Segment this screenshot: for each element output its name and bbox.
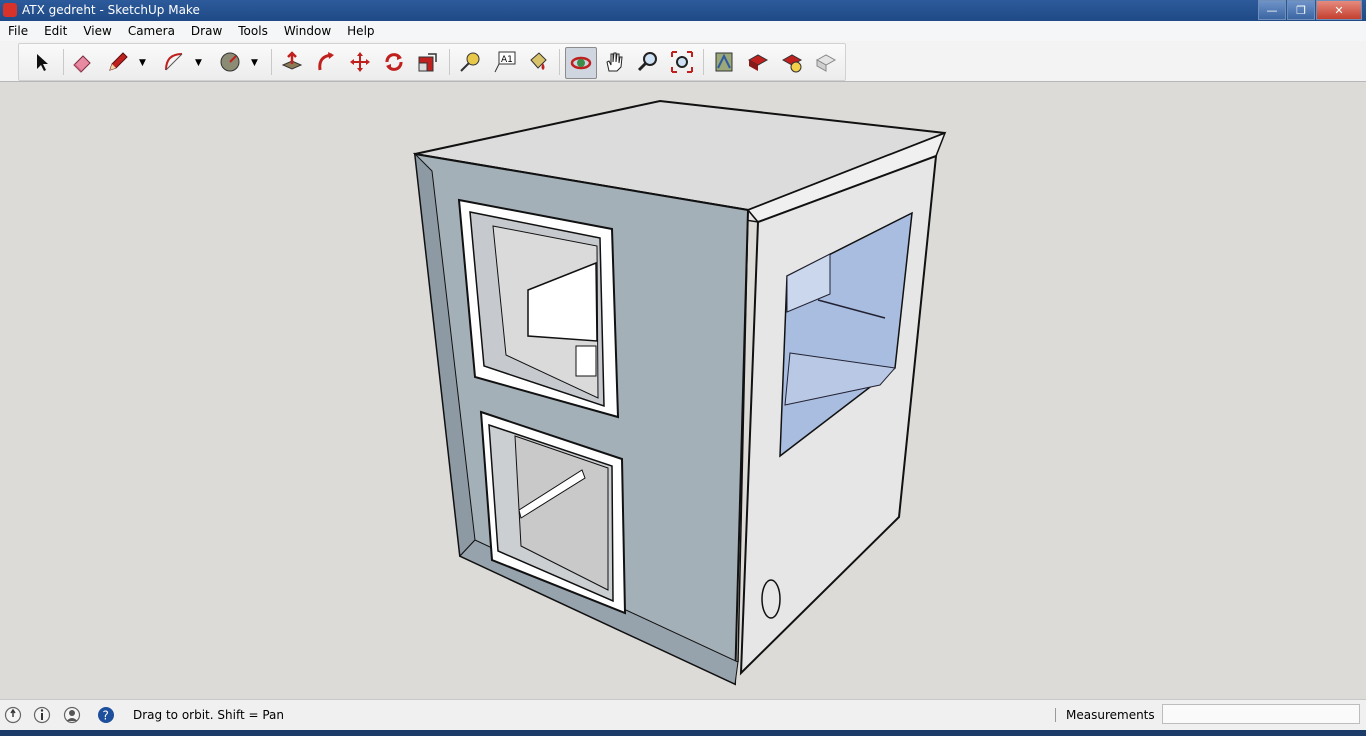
menu-camera[interactable]: Camera xyxy=(120,21,183,41)
toolbar-separator xyxy=(559,49,560,75)
tape-measure-tool-button[interactable] xyxy=(455,47,485,77)
menu-help[interactable]: Help xyxy=(339,21,382,41)
select-tool-button[interactable] xyxy=(27,47,57,77)
toolbar-separator xyxy=(703,49,704,75)
arc-tool-button[interactable] xyxy=(159,47,189,77)
eraser-icon xyxy=(73,55,91,73)
menu-tools[interactable]: Tools xyxy=(230,21,276,41)
get-components-button[interactable] xyxy=(777,47,807,77)
orbit-tool-button[interactable] xyxy=(565,47,597,79)
zoom-extents-icon xyxy=(671,51,693,73)
drawing-viewport[interactable] xyxy=(0,82,1366,698)
warehouse-button[interactable] xyxy=(709,47,739,77)
close-button[interactable]: ✕ xyxy=(1316,0,1362,20)
measurements-separator xyxy=(1055,708,1056,722)
instructor-help-icon[interactable]: ? xyxy=(97,706,115,724)
rotate-tool-button[interactable] xyxy=(379,47,409,77)
svg-text:?: ? xyxy=(103,709,109,723)
menu-bar: File Edit View Camera Draw Tools Window … xyxy=(0,21,1366,41)
status-hint-text: Drag to orbit. Shift = Pan xyxy=(133,708,284,722)
share-model-icon xyxy=(747,54,769,71)
zoom-icon xyxy=(637,52,657,72)
push-pull-tool-button[interactable] xyxy=(277,47,307,77)
arc-icon xyxy=(165,53,183,71)
menu-window[interactable]: Window xyxy=(276,21,339,41)
push-pull-icon xyxy=(281,51,303,70)
pencil-icon xyxy=(109,52,128,71)
menu-file[interactable]: File xyxy=(0,21,36,41)
extension-icon xyxy=(815,54,837,72)
toolbar-separator xyxy=(63,49,64,75)
select-arrow-icon xyxy=(37,54,48,71)
window-controls: — ❐ ✕ xyxy=(1258,0,1362,20)
upper-window-small-block xyxy=(575,345,597,377)
eraser-tool-button[interactable] xyxy=(67,47,97,77)
user-account-icon[interactable] xyxy=(63,706,81,724)
credits-icon[interactable] xyxy=(33,706,51,724)
zoom-tool-button[interactable] xyxy=(633,47,663,77)
paint-bucket-tool-button[interactable] xyxy=(523,47,553,77)
atx-case-model[interactable] xyxy=(0,82,1366,698)
paint-bucket-icon xyxy=(530,52,547,70)
follow-me-icon xyxy=(318,52,334,71)
extension-button[interactable] xyxy=(811,47,841,77)
measurements-label: Measurements xyxy=(1066,708,1155,722)
pan-tool-button[interactable] xyxy=(599,47,629,77)
rotate-icon xyxy=(385,53,403,71)
pencil-tool-button[interactable] xyxy=(103,47,133,77)
text-tool-label: A1 xyxy=(501,55,513,65)
move-tool-button[interactable] xyxy=(345,47,375,77)
toolbar-separator xyxy=(449,49,450,75)
toolbar-separator xyxy=(271,49,272,75)
circle-tool-button[interactable] xyxy=(215,47,245,77)
arc-dropdown-icon[interactable]: ▼ xyxy=(195,58,202,68)
circle-icon xyxy=(220,52,240,72)
pencil-dropdown-icon[interactable]: ▼ xyxy=(139,58,146,68)
minimize-button[interactable]: — xyxy=(1258,0,1286,20)
orbit-icon xyxy=(570,56,592,70)
measurements-input[interactable] xyxy=(1162,704,1360,724)
move-icon xyxy=(350,52,370,72)
circle-dropdown-icon[interactable]: ▼ xyxy=(251,58,258,68)
tape-measure-icon xyxy=(460,52,480,72)
get-components-icon xyxy=(781,54,803,73)
scale-tool-button[interactable] xyxy=(413,47,443,77)
tool-strip: ▼ ▼ ▼ A1 xyxy=(18,43,846,81)
share-model-button[interactable] xyxy=(743,47,773,77)
follow-me-tool-button[interactable] xyxy=(311,47,341,77)
geo-location-icon[interactable] xyxy=(4,706,22,724)
maximize-button[interactable]: ❐ xyxy=(1287,0,1315,20)
sketchup-app-icon xyxy=(3,3,17,17)
pan-icon xyxy=(606,52,623,72)
text-tool-button[interactable]: A1 xyxy=(489,47,519,77)
menu-edit[interactable]: Edit xyxy=(36,21,75,41)
menu-view[interactable]: View xyxy=(75,21,119,41)
title-bar: ATX gedreht - SketchUp Make — ❐ ✕ xyxy=(0,0,1366,21)
status-bar: ? Drag to orbit. Shift = Pan Measurement… xyxy=(0,699,1366,730)
side-round-hole xyxy=(761,579,781,619)
warehouse-icon xyxy=(715,52,733,72)
menu-draw[interactable]: Draw xyxy=(183,21,230,41)
window-title: ATX gedreht - SketchUp Make xyxy=(22,3,200,17)
scale-icon xyxy=(418,53,437,72)
text-icon: A1 xyxy=(494,51,516,73)
toolbar: ▼ ▼ ▼ A1 xyxy=(0,41,1366,82)
windows-taskbar xyxy=(0,730,1366,736)
zoom-extents-tool-button[interactable] xyxy=(667,47,697,77)
